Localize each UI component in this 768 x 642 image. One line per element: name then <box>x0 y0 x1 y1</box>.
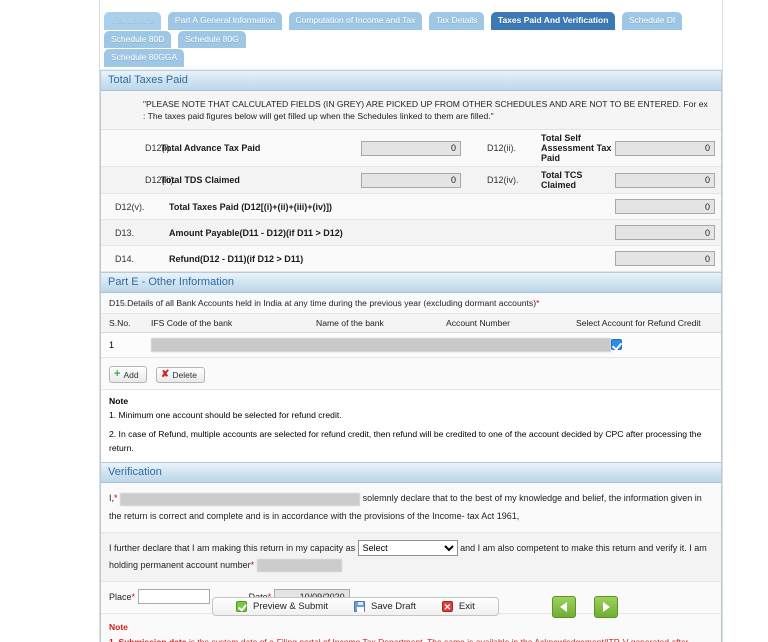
input-total-self-assessment-tax-paid[interactable] <box>615 140 715 156</box>
tab-schedule-80g[interactable]: Schedule 80G <box>177 30 246 48</box>
part-e-notes: Note 1. Minimum one account should be se… <box>101 390 721 463</box>
code-d14: D14. <box>115 253 135 264</box>
calculated-fields-notice: "PLEASE NOTE THAT CALCULATED FIELDS (IN … <box>101 90 721 131</box>
label-total-tcs-claimed: Total TCS Claimed <box>541 170 583 191</box>
bank-table-actions: + Add ✘ Delete <box>101 358 721 391</box>
tab-schedule-80d[interactable]: Schedule 80D <box>104 30 172 48</box>
label-total-self-assessment-tax-paid: Total Self Assessment Tax Paid <box>541 133 612 164</box>
declaration-name-field[interactable] <box>120 492 361 506</box>
declaration-row: I,* solemnly declare that to the best of… <box>101 483 721 533</box>
d15-text: D15.Details of all Bank Accounts held in… <box>109 298 537 309</box>
pan-required-mark: * <box>250 559 255 570</box>
total-taxes-paid-header: Total Taxes Paid <box>101 70 721 91</box>
x-icon: ✘ <box>161 369 170 381</box>
save-draft-label: Save Draft <box>370 601 416 612</box>
column-ifs-code: IFS Code of the bank <box>151 318 233 329</box>
code-d12-iii: D12(iii). <box>145 175 177 186</box>
row-d14: D14. Refund(D12 - D11)(if D12 > D11) <box>101 246 721 273</box>
row-d12-iii-iv: D12(iii). Total TDS Claimed D12(iv). Tot… <box>101 167 721 195</box>
check-icon <box>236 601 247 612</box>
tab-bar-row-2: Schedule 80GGA <box>100 49 722 68</box>
delete-button-label: Delete <box>172 370 197 381</box>
tab-instructions[interactable]: Instructions <box>104 12 162 30</box>
label-total-advance-tax-paid: Total Advance Tax Paid <box>161 143 261 154</box>
pan-field[interactable] <box>256 558 342 572</box>
tab-computation-of-income-and-tax[interactable]: Computation of Income and Tax <box>288 12 423 30</box>
total-taxes-paid-panel: Total Taxes Paid "PLEASE NOTE THAT CALCU… <box>100 70 722 274</box>
tab-bar: Instructions Part A General Information … <box>100 0 722 49</box>
preview-submit-label: Preview & Submit <box>253 601 328 612</box>
part-e-note-2: 2. In case of Refund, multiple accounts … <box>109 428 702 453</box>
part-e-note-1: 1. Minimum one account should be selecte… <box>109 410 342 421</box>
navigation-buttons <box>552 596 632 618</box>
redacted-bank-fields <box>151 338 611 353</box>
tab-tax-details[interactable]: Tax Details <box>428 12 485 30</box>
tab-part-a-general-information[interactable]: Part A General Information <box>167 12 283 30</box>
capacity-select[interactable]: Select <box>357 540 458 557</box>
preview-submit-button[interactable]: Preview & Submit <box>223 601 341 612</box>
capacity-row: I further declare that I am making this … <box>101 532 721 582</box>
label-refund: Refund(D12 - D11)(if D12 > D11) <box>169 253 304 264</box>
exit-button[interactable]: ✕ Exit <box>429 601 488 612</box>
close-icon: ✕ <box>441 601 453 612</box>
tab-schedule-di[interactable]: Schedule DI <box>621 12 683 30</box>
row-d12-v: D12(v). Total Taxes Paid (D12[(i)+(ii)+(… <box>101 194 721 221</box>
row-d13: D13. Amount Payable(D11 - D12)(if D11 > … <box>101 220 721 247</box>
label-total-tds-claimed: Total TDS Claimed <box>161 175 240 186</box>
input-refund[interactable] <box>615 251 715 267</box>
bank-accounts-table-header: S.No. IFS Code of the bank Name of the b… <box>101 314 721 334</box>
capacity-prefix: I further declare that I am making this … <box>109 542 356 553</box>
code-d12-ii: D12(ii). <box>487 143 517 154</box>
arrow-right-icon <box>603 602 611 612</box>
d15-required-mark: * <box>536 298 540 309</box>
part-e-note-title: Note <box>109 396 129 407</box>
code-d12-v: D12(v). <box>115 201 145 212</box>
cell-sno: 1 <box>109 340 115 351</box>
column-sno: S.No. <box>109 318 131 329</box>
refund-credit-checkbox[interactable] <box>611 338 622 350</box>
part-e-panel: Part E - Other Information D15.Details o… <box>100 273 722 464</box>
footer-bar: Preview & Submit Save Draft ✕ Exit <box>100 596 722 630</box>
label-total-taxes-paid: Total Taxes Paid (D12[(i)+(ii)+(iii)+(iv… <box>169 201 332 212</box>
column-account-number: Account Number <box>446 318 511 329</box>
input-total-tds-claimed[interactable] <box>361 172 461 188</box>
code-d13: D13. <box>115 227 135 238</box>
floppy-disk-icon <box>353 601 365 612</box>
declaration-required-mark: * <box>114 493 118 504</box>
input-total-tcs-claimed[interactable] <box>615 172 715 188</box>
bank-details-redacted-fields[interactable] <box>151 338 611 353</box>
exit-label: Exit <box>458 601 475 612</box>
plus-icon: + <box>114 368 121 381</box>
save-draft-button[interactable]: Save Draft <box>341 601 429 612</box>
verification-note-1: 1. Submission date is the system date of… <box>109 635 713 642</box>
itr-form-page: Instructions Part A General Information … <box>0 0 768 642</box>
form-content: Instructions Part A General Information … <box>100 0 722 642</box>
action-button-group: Preview & Submit Save Draft ✕ Exit <box>212 597 499 616</box>
part-e-header: Part E - Other Information <box>101 273 721 294</box>
arrow-left-icon <box>560 602 567 612</box>
input-total-advance-tax-paid[interactable] <box>361 140 461 156</box>
delete-button[interactable]: ✘ Delete <box>156 367 205 384</box>
d15-label: D15.Details of all Bank Accounts held in… <box>101 293 721 315</box>
label-amount-payable: Amount Payable(D11 - D12)(if D11 > D12) <box>169 227 343 238</box>
add-button-label: Add <box>123 369 139 380</box>
tab-taxes-paid-and-verification[interactable]: Taxes Paid And Verification <box>490 12 616 30</box>
code-d12-i: D12(i). <box>145 143 173 154</box>
column-refund-select: Select Account for Refund Credit <box>576 318 701 329</box>
input-total-taxes-paid[interactable] <box>615 199 715 215</box>
cell-refund-select <box>611 338 713 352</box>
code-d12-iv: D12(iv). <box>487 175 519 186</box>
right-rule <box>722 0 723 642</box>
previous-button[interactable] <box>552 596 576 618</box>
verification-note-1-rest: is the system date of e-Filing portal of… <box>188 636 689 642</box>
column-bank-name: Name of the bank <box>316 318 384 329</box>
row-d12-i-ii: D12(i). Total Advance Tax Paid D12(ii). … <box>101 130 721 168</box>
next-button[interactable] <box>594 596 619 618</box>
table-row: 1 <box>101 333 721 359</box>
input-amount-payable[interactable] <box>615 225 715 241</box>
verification-note-1-bold: 1. Submission date <box>109 636 187 642</box>
add-button[interactable]: + Add <box>109 366 147 384</box>
verification-header: Verification <box>101 463 721 484</box>
